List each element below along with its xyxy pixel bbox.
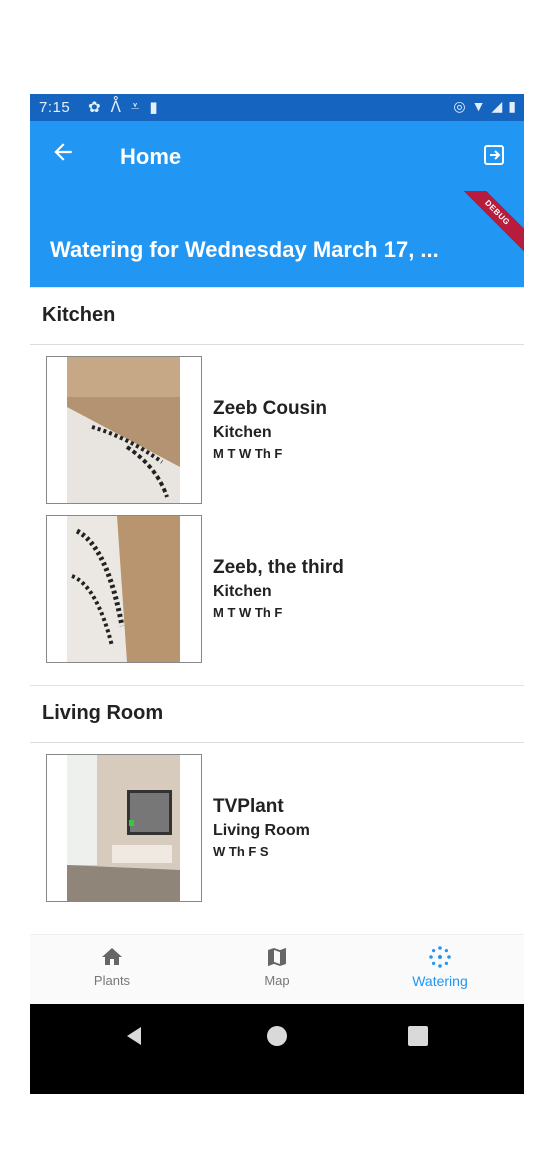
plant-thumbnail xyxy=(46,356,202,504)
app-bar: Home xyxy=(30,121,524,191)
battery-icon: ▮ xyxy=(508,98,516,114)
plant-room: Kitchen xyxy=(213,583,272,600)
debug-banner: DEBUG xyxy=(452,191,524,258)
nav-tab-map[interactable]: Map xyxy=(217,945,337,988)
settings-icon: ✿ xyxy=(88,99,101,116)
plant-photo xyxy=(67,755,180,901)
plant-room: Kitchen xyxy=(213,424,272,441)
location-icon: ◎ xyxy=(453,98,466,114)
nav-label: Map xyxy=(264,973,290,988)
status-icons-left: ✿ ᐰ ⩡ ▮ xyxy=(88,98,158,116)
plant-card-tvplant[interactable]: TVPlant Living Room W Th F S xyxy=(46,754,506,902)
phone-screen: 7:15 ✿ ᐰ ⩡ ▮ ◎ ▼ ◢ ▮ Home Watering for W… xyxy=(30,94,524,1094)
system-back-icon[interactable] xyxy=(123,1024,147,1048)
plant-photo xyxy=(67,516,180,662)
plant-name: Zeeb, the third xyxy=(213,557,344,578)
system-recents-icon[interactable] xyxy=(406,1024,430,1048)
notification-icon: ᐰ xyxy=(110,99,121,116)
nav-tab-plants[interactable]: Plants xyxy=(52,945,172,988)
status-time: 7:15 xyxy=(39,99,71,116)
plant-room: Living Room xyxy=(213,822,310,839)
plant-days: M T W Th F xyxy=(213,605,283,620)
section-header-kitchen: Kitchen xyxy=(30,287,524,345)
section-header-living-room: Living Room xyxy=(30,685,524,743)
signal-icon: ◢ xyxy=(491,98,503,114)
watering-date-title: Watering for Wednesday March 17, ... xyxy=(50,237,439,262)
plant-photo xyxy=(67,357,180,503)
plant-card-zeeb-cousin[interactable]: Zeeb Cousin Kitchen M T W Th F xyxy=(46,356,506,504)
wifi-icon: ▼ xyxy=(471,98,486,114)
home-icon xyxy=(102,948,122,965)
section-title: Kitchen xyxy=(42,304,116,326)
nav-tab-watering[interactable]: Watering xyxy=(380,945,500,989)
plant-name: TVPlant xyxy=(213,796,284,817)
app-title: Home xyxy=(120,144,182,169)
plant-thumbnail xyxy=(46,754,202,902)
logout-icon[interactable] xyxy=(482,143,506,167)
bottom-navigation: Plants Map Watering xyxy=(30,934,524,1005)
status-icons-right: ◎ ▼ ◢ ▮ xyxy=(453,98,516,115)
date-header: Watering for Wednesday March 17, ... DEB… xyxy=(30,191,524,287)
plant-name: Zeeb Cousin xyxy=(213,398,328,419)
section-title: Living Room xyxy=(42,702,164,724)
plant-days: M T W Th F xyxy=(213,446,283,461)
back-arrow-icon[interactable] xyxy=(50,139,80,169)
plant-thumbnail xyxy=(46,515,202,663)
nav-label: Watering xyxy=(412,973,468,989)
watering-icon xyxy=(429,946,451,968)
sd-card-icon: ▮ xyxy=(149,99,158,116)
plant-days: W Th F S xyxy=(213,844,269,859)
plant-card-zeeb-the-third[interactable]: Zeeb, the third Kitchen M T W Th F xyxy=(46,515,506,663)
system-home-icon[interactable] xyxy=(265,1024,289,1048)
system-navigation-bar xyxy=(30,1004,524,1094)
map-icon xyxy=(268,948,286,966)
download-icon: ⩡ xyxy=(130,98,140,115)
nav-label: Plants xyxy=(93,973,131,988)
status-bar: 7:15 ✿ ᐰ ⩡ ▮ ◎ ▼ ◢ ▮ xyxy=(30,94,524,121)
